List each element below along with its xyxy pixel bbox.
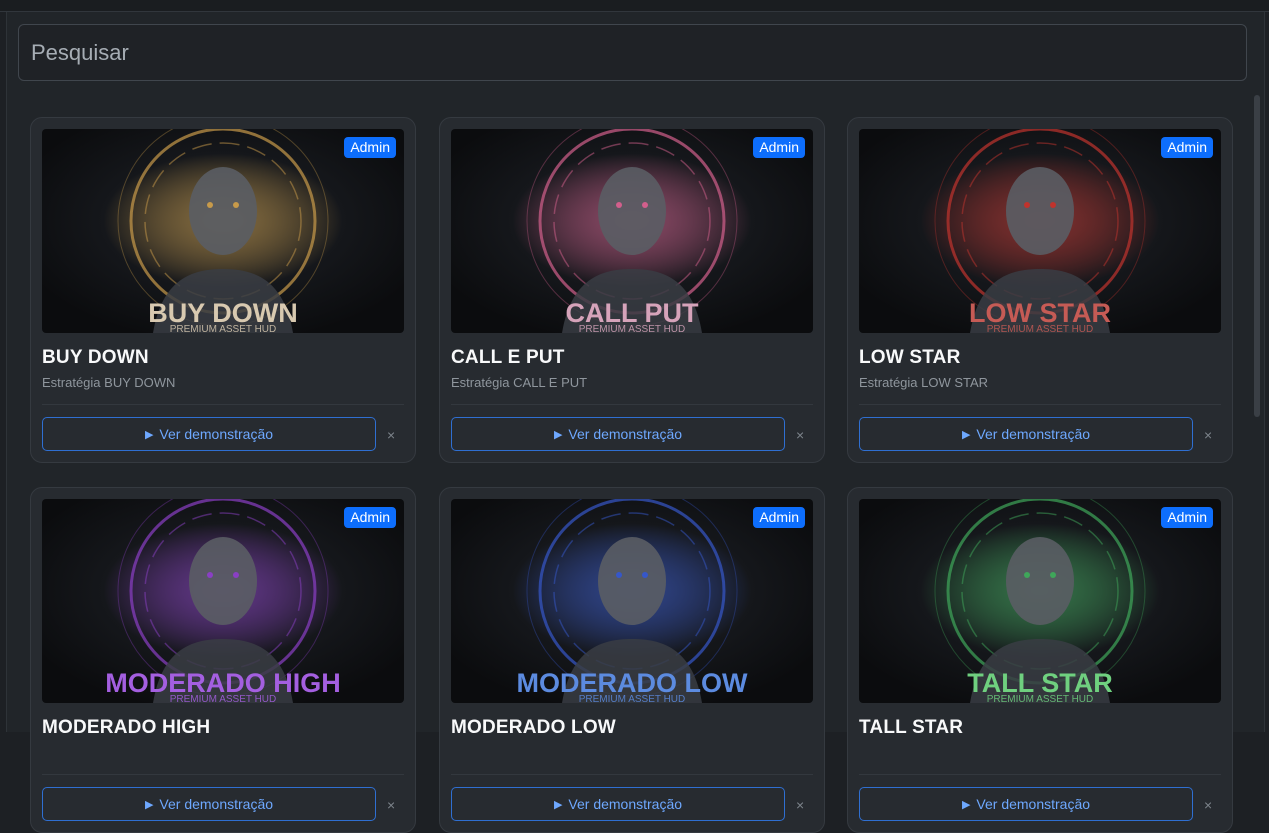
close-icon[interactable]: ×: [387, 427, 395, 443]
close-icon[interactable]: ×: [387, 797, 395, 813]
top-bar: [0, 0, 1269, 12]
card-title: CALL E PUT: [451, 347, 565, 368]
card-divider: [859, 404, 1221, 405]
admin-badge: Admin: [344, 507, 396, 528]
view-demo-button[interactable]: ▶ Ver demonstração: [451, 787, 785, 821]
view-demo-button[interactable]: ▶ Ver demonstração: [451, 417, 785, 451]
play-icon: ▶: [553, 428, 563, 441]
art-subtitle: PREMIUM ASSET HUD: [170, 324, 277, 333]
strategy-card-low-star: LOW STAR PREMIUM ASSET HUD Admin LOW STA…: [847, 117, 1233, 463]
view-demo-button[interactable]: ▶ Ver demonstração: [859, 417, 1193, 451]
close-icon[interactable]: ×: [1204, 427, 1212, 443]
admin-badge: Admin: [1161, 137, 1213, 158]
card-divider: [42, 404, 404, 405]
scrollbar[interactable]: [1254, 95, 1260, 417]
close-icon[interactable]: ×: [1204, 797, 1212, 813]
art-subtitle: PREMIUM ASSET HUD: [579, 694, 686, 703]
art-subtitle: PREMIUM ASSET HUD: [987, 324, 1094, 333]
play-icon: ▶: [961, 798, 971, 811]
strategy-image: TALL STAR PREMIUM ASSET HUD Admin: [859, 499, 1221, 703]
strategy-image: MODERADO LOW PREMIUM ASSET HUD Admin: [451, 499, 813, 703]
search-input[interactable]: [18, 24, 1247, 81]
view-demo-label: Ver demonstração: [159, 426, 274, 442]
admin-badge: Admin: [1161, 507, 1213, 528]
view-demo-button[interactable]: ▶ Ver demonstração: [42, 787, 376, 821]
view-demo-label: Ver demonstração: [159, 796, 274, 812]
strategy-card-call-e-put: CALL PUT PREMIUM ASSET HUD Admin CALL E …: [439, 117, 825, 463]
view-demo-button[interactable]: ▶ Ver demonstração: [859, 787, 1193, 821]
card-subtitle: Estratégia CALL E PUT: [451, 375, 588, 390]
card-divider: [859, 774, 1221, 775]
strategy-card-buy-down: BUY DOWN PREMIUM ASSET HUD Admin BUY DOW…: [30, 117, 416, 463]
card-title: BUY DOWN: [42, 347, 149, 368]
view-demo-label: Ver demonstração: [568, 426, 683, 442]
view-demo-button[interactable]: ▶ Ver demonstração: [42, 417, 376, 451]
play-icon: ▶: [961, 428, 971, 441]
art-subtitle: PREMIUM ASSET HUD: [987, 694, 1094, 703]
card-title: LOW STAR: [859, 347, 961, 368]
strategy-image: MODERADO HIGH PREMIUM ASSET HUD Admin: [42, 499, 404, 703]
strategy-card-moderado-low: MODERADO LOW PREMIUM ASSET HUD Admin MOD…: [439, 487, 825, 833]
play-icon: ▶: [144, 428, 154, 441]
strategy-card-moderado-high: MODERADO HIGH PREMIUM ASSET HUD Admin MO…: [30, 487, 416, 833]
play-icon: ▶: [553, 798, 563, 811]
play-icon: ▶: [144, 798, 154, 811]
strategy-image: CALL PUT PREMIUM ASSET HUD Admin: [451, 129, 813, 333]
close-icon[interactable]: ×: [796, 797, 804, 813]
card-subtitle: Estratégia LOW STAR: [859, 375, 989, 390]
card-divider: [451, 404, 813, 405]
close-icon[interactable]: ×: [796, 427, 804, 443]
art-subtitle: PREMIUM ASSET HUD: [579, 324, 686, 333]
card-title: TALL STAR: [859, 717, 964, 738]
card-title: MODERADO HIGH: [42, 717, 211, 738]
card-divider: [451, 774, 813, 775]
strategy-card-tall-star: TALL STAR PREMIUM ASSET HUD Admin TALL S…: [847, 487, 1233, 833]
strategy-image: LOW STAR PREMIUM ASSET HUD Admin: [859, 129, 1221, 333]
admin-badge: Admin: [344, 137, 396, 158]
admin-badge: Admin: [753, 507, 805, 528]
admin-badge: Admin: [753, 137, 805, 158]
card-divider: [42, 774, 404, 775]
view-demo-label: Ver demonstração: [568, 796, 683, 812]
strategy-image: BUY DOWN PREMIUM ASSET HUD Admin: [42, 129, 404, 333]
view-demo-label: Ver demonstração: [976, 426, 1091, 442]
view-demo-label: Ver demonstração: [976, 796, 1091, 812]
art-subtitle: PREMIUM ASSET HUD: [170, 694, 277, 703]
card-title: MODERADO LOW: [451, 717, 616, 738]
card-subtitle: Estratégia BUY DOWN: [42, 375, 176, 390]
